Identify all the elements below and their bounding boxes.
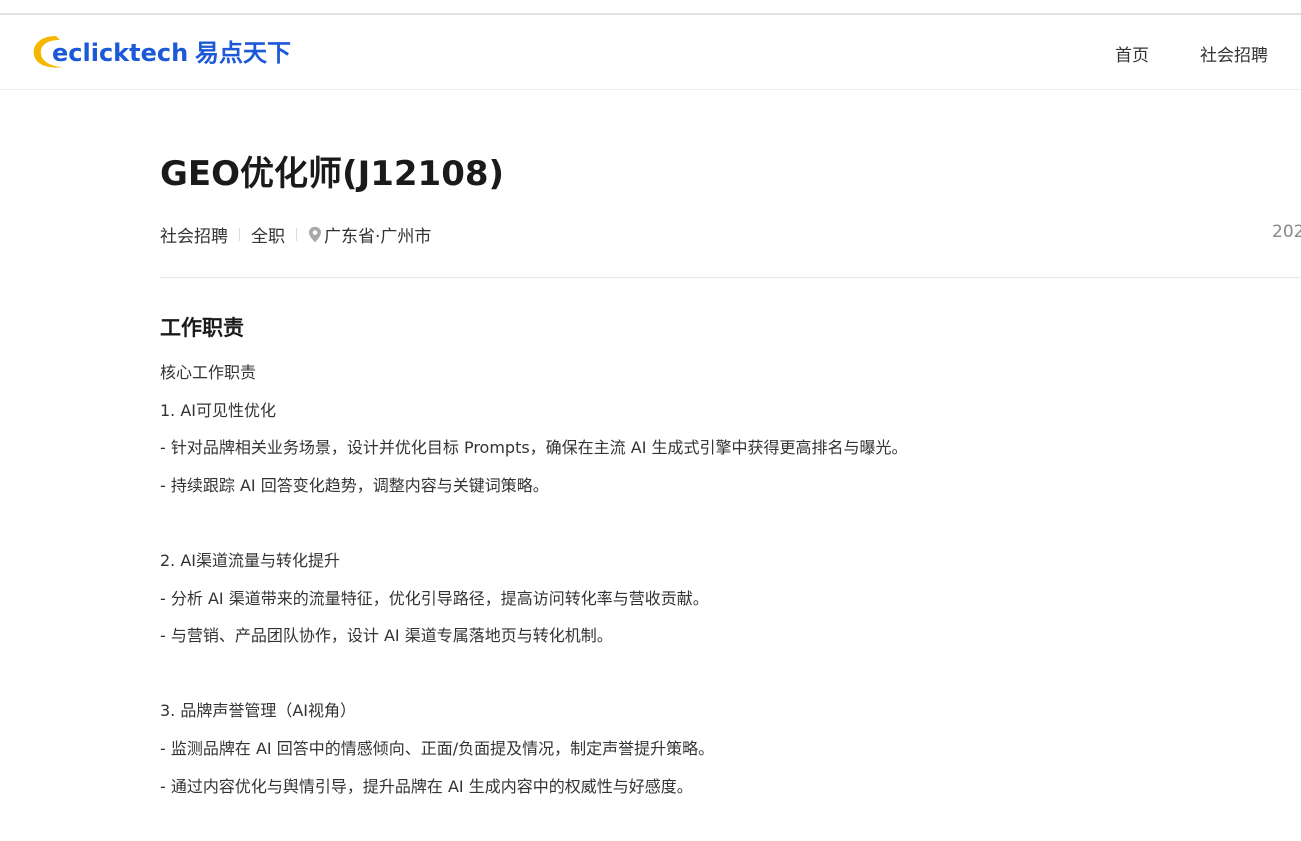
responsibilities-heading: 工作职责 bbox=[160, 316, 244, 340]
section-divider bbox=[160, 277, 1301, 278]
job-detail: GEO优化师(J12108) 社会招聘 全职 广东省·广州市 202 工作职责 … bbox=[160, 90, 1301, 841]
job-category: 社会招聘 bbox=[160, 226, 228, 247]
description-line: - 针对品牌相关业务场景，设计并优化目标 Prompts，确保在主流 AI 生成… bbox=[160, 438, 908, 458]
job-title: GEO优化师(J12108) bbox=[160, 154, 505, 194]
job-location: 广东省·广州市 bbox=[324, 226, 432, 247]
description-blank-line bbox=[160, 655, 1280, 693]
job-post-date: 202 bbox=[1272, 222, 1301, 242]
description-line: 1. AI可见性优化 bbox=[160, 400, 277, 420]
description-line: - 持续跟踪 AI 回答变化趋势，调整内容与关键词策略。 bbox=[160, 475, 549, 495]
description-line: - 通过内容优化与舆情引导，提升品牌在 AI 生成内容中的权威性与好感度。 bbox=[160, 776, 693, 796]
description-blank-line bbox=[160, 504, 1280, 542]
job-meta: 社会招聘 全职 广东省·广州市 bbox=[160, 222, 432, 247]
nav-social-recruit-link[interactable]: 社会招聘 bbox=[1200, 41, 1268, 66]
logo-brand-en: eclicktech bbox=[52, 39, 188, 67]
job-description: 核心工作职责 1. AI可见性优化 - 针对品牌相关业务场景，设计并优化目标 P… bbox=[160, 354, 1280, 805]
description-line: - 分析 AI 渠道带来的流量特征，优化引导路径，提高访问转化率与营收贡献。 bbox=[160, 588, 709, 608]
site-header: eclicktech 易点天下 首页 社会招聘 bbox=[0, 15, 1301, 90]
logo-brand-cn: 易点天下 bbox=[195, 39, 291, 67]
description-line: - 监测品牌在 AI 回答中的情感倾向、正面/负面提及情况，制定声誉提升策略。 bbox=[160, 738, 715, 758]
description-line: 2. AI渠道流量与转化提升 bbox=[160, 550, 341, 570]
meta-separator bbox=[239, 227, 240, 241]
description-line: 3. 品牌声誉管理（AI视角） bbox=[160, 701, 357, 721]
nav-home-link[interactable]: 首页 bbox=[1115, 41, 1149, 66]
description-line: 核心工作职责 bbox=[160, 363, 257, 382]
eclicktech-logo[interactable]: eclicktech 易点天下 bbox=[32, 31, 302, 73]
job-type: 全职 bbox=[251, 226, 285, 247]
description-line: - 与营销、产品团队协作，设计 AI 渠道专属落地页与转化机制。 bbox=[160, 626, 613, 646]
location-pin-icon bbox=[309, 226, 321, 242]
meta-separator bbox=[296, 227, 297, 241]
